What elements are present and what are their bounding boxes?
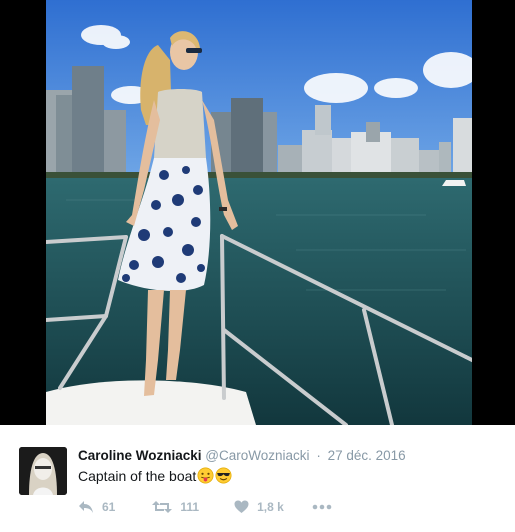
tweet-card: Caroline Wozniacki @CaroWozniacki · 27 d…: [0, 425, 515, 532]
tweet-actions: 61 111 1,8 k: [78, 497, 332, 517]
author-name[interactable]: Caroline Wozniacki: [78, 448, 202, 463]
like-button[interactable]: 1,8 k: [234, 500, 284, 514]
retweet-button[interactable]: 111: [152, 500, 199, 514]
heart-icon: [234, 500, 249, 513]
reply-button[interactable]: 61: [78, 500, 115, 514]
reply-count: 61: [102, 500, 116, 514]
tweet-date[interactable]: 27 déc. 2016: [328, 448, 406, 463]
reply-icon: [79, 501, 93, 513]
author-handle[interactable]: @CaroWozniacki: [205, 448, 309, 463]
tongue-face-emoji: [197, 467, 214, 484]
tweet-text: Captain of the boat: [78, 467, 232, 484]
sunglasses-face-emoji: [215, 467, 232, 484]
tweet-header: Caroline Wozniacki @CaroWozniacki · 27 d…: [78, 448, 406, 463]
separator: ·: [316, 448, 321, 463]
retweet-icon: [152, 501, 173, 513]
photo-image: [46, 0, 472, 425]
avatar[interactable]: [19, 447, 67, 495]
tweet-media[interactable]: [0, 0, 515, 425]
more-options-button[interactable]: [312, 504, 332, 510]
tweet-text-content: Captain of the boat: [78, 467, 197, 484]
avatar-image: [19, 447, 67, 495]
like-count: 1,8 k: [257, 500, 284, 514]
retweet-count: 111: [180, 500, 200, 514]
more-icon: [312, 504, 332, 510]
tweet-photo[interactable]: [46, 0, 472, 425]
